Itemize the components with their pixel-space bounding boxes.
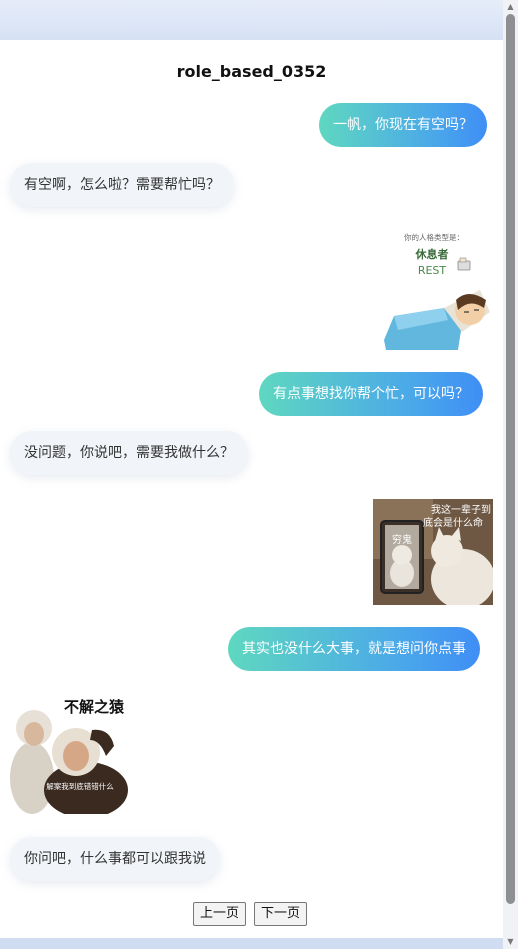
chat-title: role_based_0352: [176, 62, 327, 81]
bottom-bar: [0, 938, 518, 949]
cat-mirror-sticker: 我这一辈子到 底会是什么命 穷鬼: [373, 499, 493, 605]
scrollbar-thumb[interactable]: [506, 14, 515, 904]
bot-message: 有空啊，怎么啦？需要帮忙吗？: [10, 163, 234, 207]
sticker-caption-top-line1: 我这一辈子到: [431, 503, 491, 516]
prev-page-button[interactable]: 上一页: [193, 902, 247, 926]
top-bar: [0, 0, 518, 40]
user-message: 其实也没什么大事，就是想问你点事: [228, 627, 480, 671]
sticker-caption-main: 休息者: [415, 247, 449, 261]
scroll-up-arrow-icon[interactable]: ▲: [506, 2, 515, 11]
sticker-caption-top-line2: 底会是什么命: [423, 516, 483, 529]
rest-personality-sticker: 你的人格类型是： 休息者 REST: [382, 228, 494, 352]
sticker-caption-title: 不解之猿: [64, 698, 125, 716]
scroll-down-arrow-icon[interactable]: ▼: [506, 937, 515, 946]
user-message: 有点事想找你帮个忙，可以吗？: [259, 372, 483, 416]
bot-message: 没问题，你说吧，需要我做什么？: [10, 431, 248, 475]
sticker-caption-small: 你的人格类型是：: [404, 232, 464, 242]
sticker-caption-en: REST: [418, 264, 447, 277]
next-page-button[interactable]: 下一页: [254, 902, 308, 926]
sticker-caption-mirror: 穷鬼: [392, 533, 412, 546]
bot-message: 你问吧，什么事都可以跟我说: [10, 837, 220, 881]
user-message: 一帆，你现在有空吗？: [319, 103, 487, 147]
sticker-caption-bottom: 解案我到底错错什么: [46, 781, 114, 791]
confused-monkey-sticker: 不解之猿 解案我到底错错什么: [10, 694, 130, 814]
